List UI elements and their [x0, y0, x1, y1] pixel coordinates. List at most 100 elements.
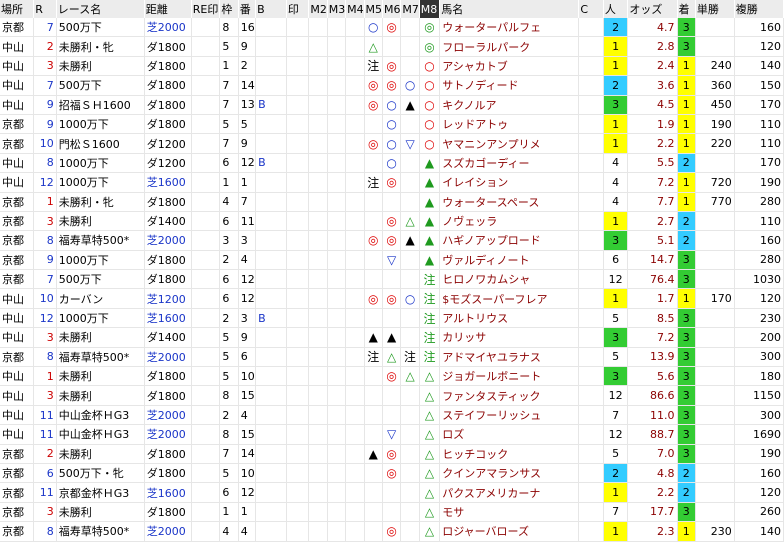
m3-cell	[327, 502, 347, 523]
column-header[interactable]: 単勝	[695, 0, 735, 18]
column-header[interactable]: 距離	[144, 0, 192, 18]
distance-cell: ダ1800	[144, 385, 192, 406]
race-number-cell: 2	[33, 36, 57, 57]
number-cell: 7	[238, 192, 257, 212]
column-header[interactable]: 馬名	[439, 0, 580, 18]
win-payout-cell: 220	[695, 133, 735, 154]
table-row[interactable]: 京都 2 未勝利 ダ1800 7 14 ▲ ◎ △ ヒッチコック 5 7.0 3 190	[0, 444, 784, 464]
table-row[interactable]: 京都 11 京都金杯ＨG3 芝1600 6 12 △ パクスアメリカーナ 1 2.2 2 120	[0, 482, 784, 503]
m4-cell	[345, 521, 365, 542]
column-header[interactable]: 番	[238, 0, 257, 18]
column-header[interactable]: オッズ	[627, 0, 678, 18]
table-row[interactable]: 中山 3 未勝利 ダ1800 1 2 注 ◎ ○ アシャカトブ 1 2.4 1 240 140	[0, 56, 784, 77]
place-cell: 京都	[0, 211, 35, 232]
place-cell: 京都	[0, 482, 35, 503]
column-header[interactable]: R	[33, 0, 57, 18]
column-header[interactable]: M6	[382, 0, 402, 18]
column-header[interactable]: 着	[677, 0, 696, 18]
table-row[interactable]: 中山 10 カーバン 芝1200 6 12 ◎ ◎ ○ 注 $モズスーパーフレア 1 1.7 1 170 12…	[0, 288, 784, 309]
table-row[interactable]: 京都 7 500万下 ダ1800 6 12 注ヒロノワカムシャ 12 76.4 3 1030	[0, 269, 784, 290]
popularity-cell: 4	[603, 192, 629, 212]
column-header[interactable]: 人	[603, 0, 629, 18]
column-header[interactable]: 場所	[0, 0, 35, 18]
waku-cell: 3	[219, 230, 239, 251]
distance-cell: 芝2000	[144, 521, 192, 542]
table-row[interactable]: 中山 3 未勝利 ダ1400 5 9 ▲ ▲ 注カリッサ 3 7.2 3 200	[0, 327, 784, 348]
table-row[interactable]: 中山 12 1000万下 芝1600 1 1 注 ◎ ▲ イレイション 4 7.2 1 720 190	[0, 172, 784, 193]
blinker-cell	[255, 133, 287, 154]
table-row[interactable]: 中山 1 未勝利 ダ1800 5 10 ◎ △ △ ジョガールボニート 3 5.6 3 180	[0, 366, 784, 387]
table-row[interactable]: 京都 7 500万下 芝2000 8 16 ○ ◎ ◎ ウォーターパルフェ 2 4.7 3 160	[0, 18, 784, 38]
race-number-cell: 7	[33, 18, 57, 38]
table-row[interactable]: 京都 8 福寿草特500* 芝2000 3 3 ◎ ◎ ▲ ▲ ハギノアップロード 3 5.1 2 160	[0, 230, 784, 251]
column-header[interactable]: M4	[345, 0, 365, 18]
waku-cell: 1	[219, 502, 239, 523]
column-header[interactable]: M3	[327, 0, 347, 18]
table-row[interactable]: 中山 11 中山金杯ＨG3 芝2000 8 15 ▽ △ ロズ 12 88.7 3 1690	[0, 424, 784, 445]
column-header[interactable]: M5	[364, 0, 383, 18]
m7-mark-cell	[400, 308, 420, 329]
column-header[interactable]: レース名	[56, 0, 145, 18]
table-row[interactable]: 京都 3 未勝利 ダ1400 6 11 ◎ △ ▲ ノヴェッラ 1 2.7 2 110	[0, 211, 784, 232]
waku-cell: 6	[219, 269, 239, 290]
table-row[interactable]: 京都 10 門松Ｓ1600 ダ1200 7 9 ◎ ○ ▽ ○ ヤマニンアンプリメ 1 2.2 1 220 1…	[0, 133, 784, 154]
race-number-cell: 8	[33, 230, 57, 251]
column-header[interactable]: M7	[400, 0, 420, 18]
finish-cell: 1	[677, 288, 696, 309]
column-header[interactable]: 枠	[219, 0, 239, 18]
m2-cell	[308, 288, 328, 309]
m2-cell	[308, 405, 328, 426]
column-header[interactable]: 印	[286, 0, 310, 18]
table-row[interactable]: 中山 2 未勝利・牝 ダ1800 5 9 △ ◎ フローラルパーク 1 2.8 3 120	[0, 36, 784, 57]
race-number-cell: 2	[33, 444, 57, 464]
win-payout-cell	[695, 18, 735, 38]
m5-mark-cell: ◎	[364, 75, 383, 96]
table-row[interactable]: 中山 11 中山金杯ＨG3 芝2000 2 4 △ ステイフーリッシュ 7 11.0 3 300	[0, 405, 784, 426]
odds-cell: 2.2	[627, 133, 678, 154]
waku-cell: 7	[219, 444, 239, 464]
column-header[interactable]: RE印1	[191, 0, 221, 18]
m8-mark-cell: △	[419, 424, 441, 445]
odds-cell: 86.6	[627, 385, 678, 406]
popularity-cell: 1	[603, 482, 629, 503]
race-number-cell: 11	[33, 405, 57, 426]
number-cell: 3	[238, 308, 257, 329]
m3-cell	[327, 56, 347, 77]
race-name-cell: 福寿草特500*	[56, 521, 145, 542]
table-row[interactable]: 中山 12 1000万下 芝1600 2 3 B 注アルトリウス 5 8.5 3 230	[0, 308, 784, 329]
column-header[interactable]: M2	[308, 0, 328, 18]
waku-cell: 2	[219, 308, 239, 329]
re-mark-cell	[191, 133, 221, 154]
win-payout-cell	[695, 327, 735, 348]
table-row[interactable]: 京都 3 未勝利 ダ1800 1 1 △ モサ 7 17.7 3 260	[0, 502, 784, 523]
table-row[interactable]: 京都 6 500万下・牝 ダ1800 5 10 ◎ △ クインアマランサス 2 4.8 2 160	[0, 463, 784, 484]
table-row[interactable]: 京都 1 未勝利・牝 ダ1800 4 7 ▲ ウォータースペース 4 7.7 1 770 280	[0, 192, 784, 212]
finish-cell: 1	[677, 192, 696, 212]
distance-cell: ダ1200	[144, 153, 192, 174]
race-name-cell: カーバン	[56, 288, 145, 309]
table-row[interactable]: 中山 9 招福ＳＨ1600 ダ1800 7 13 B ◎ ○ ▲ ○ キクノルア 3 4.5 1 450 170	[0, 95, 784, 115]
race-name-cell: 1000万下	[56, 114, 145, 135]
m3-cell	[327, 385, 347, 406]
table-row[interactable]: 京都 9 1000万下 ダ1800 5 5 ○ ○ レッドアトゥ 1 1.9 1 190 110	[0, 114, 784, 135]
win-payout-cell: 360	[695, 75, 735, 96]
column-header[interactable]: 複勝	[734, 0, 784, 18]
table-row[interactable]: 京都 8 福寿草特500* 芝2000 5 6 注 △ 注注アドマイヤユラナス 5 13.9 3 300	[0, 347, 784, 368]
m3-cell	[327, 211, 347, 232]
table-row[interactable]: 中山 7 500万下 ダ1800 7 14 ◎ ◎ ○ ○ サトノディード 2 3.6 1 360 150	[0, 75, 784, 96]
table-row[interactable]: 京都 9 1000万下 ダ1800 2 4 ▽ ▲ ヴァルディノート 6 14.7 3 280	[0, 250, 784, 271]
table-row[interactable]: 中山 3 未勝利 ダ1800 8 15 △ ファンタスティック 12 86.6 3 1150	[0, 385, 784, 406]
m7-mark-cell	[400, 385, 420, 406]
table-row[interactable]: 中山 8 1000万下 ダ1200 6 12 B ○ ▲ スズカゴーディー 4 5.5 2 170	[0, 153, 784, 174]
column-header[interactable]: B	[255, 0, 287, 18]
m4-cell	[345, 153, 365, 174]
waku-cell: 5	[219, 347, 239, 368]
table-row[interactable]: 京都 8 福寿草特500* 芝2000 4 4 ◎ △ ロジャーバローズ 1 2.3 1 230 140	[0, 521, 784, 542]
m4-cell	[345, 269, 365, 290]
column-header[interactable]: C	[578, 0, 604, 18]
column-header[interactable]: M8	[419, 0, 441, 18]
win-payout-cell: 190	[695, 114, 735, 135]
horse-name-cell: ヴァルディノート	[439, 250, 580, 271]
blinker-cell	[255, 482, 287, 503]
place-cell: 中山	[0, 366, 35, 387]
